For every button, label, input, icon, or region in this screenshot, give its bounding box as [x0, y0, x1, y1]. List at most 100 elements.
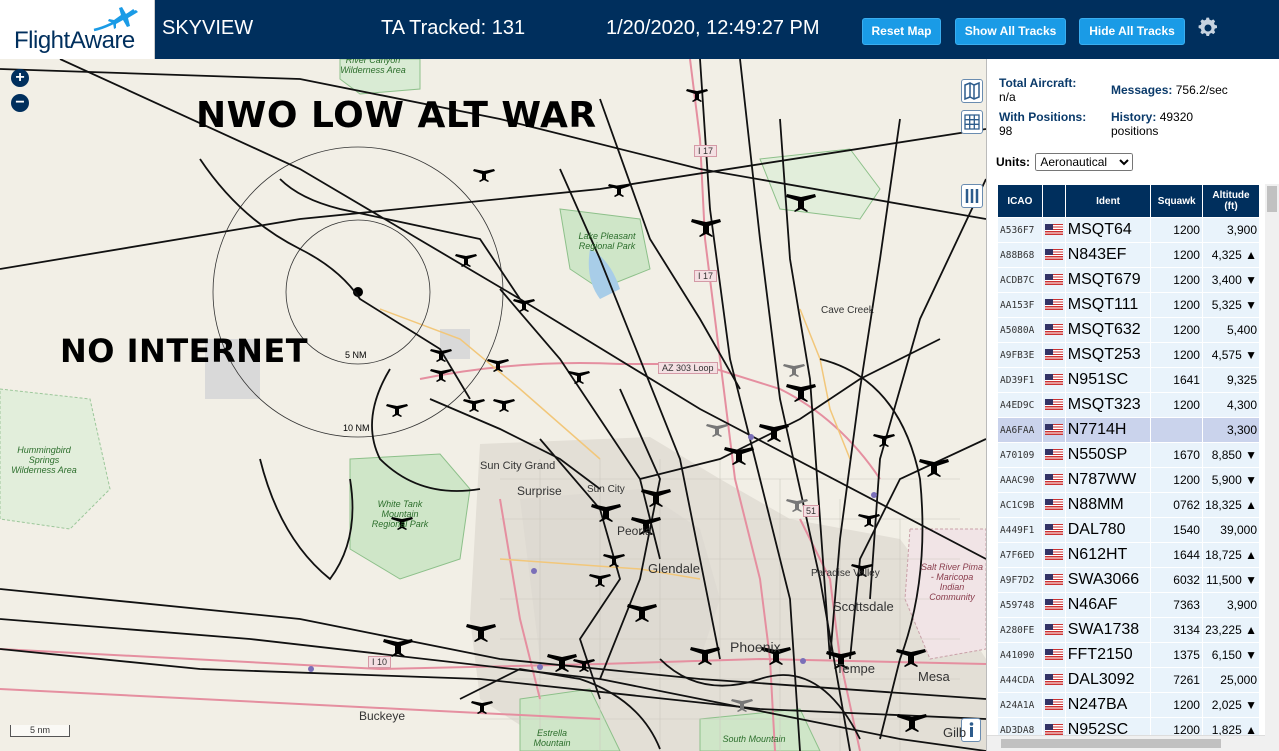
table-row[interactable]: A5080A MSQT632 1200 5,400 [998, 318, 1259, 342]
us-flag-icon [1044, 599, 1063, 611]
row-icao: ACDB7C [998, 268, 1042, 292]
row-altitude: 2,025 ▼ [1202, 693, 1259, 717]
row-squawk: 1200 [1151, 343, 1202, 367]
units-label: Units: [996, 155, 1030, 169]
row-ident: MSQT632 [1065, 318, 1151, 342]
row-ident: N88MM [1065, 493, 1151, 517]
row-icao: A9F7D2 [998, 568, 1042, 592]
table-row[interactable]: A44CDA DAL3092 7261 25,000 [998, 668, 1259, 692]
row-altitude: 5,325 ▼ [1202, 293, 1259, 317]
row-squawk: 1200 [1151, 293, 1202, 317]
table-scrollbar[interactable] [1265, 184, 1279, 751]
table-row[interactable]: AC1C9B N88MM 0762 18,325 ▲ [998, 493, 1259, 517]
place-scottsdale: Scottsdale [833, 599, 894, 614]
row-ident: MSQT253 [1065, 343, 1151, 367]
col-ident[interactable]: Ident [1065, 185, 1151, 217]
row-squawk: 1200 [1151, 693, 1202, 717]
row-altitude: 18,325 ▲ [1202, 493, 1259, 517]
row-altitude: 23,225 ▲ [1202, 618, 1259, 642]
table-row[interactable]: ACDB7C MSQT679 1200 3,400 ▼ [998, 268, 1259, 292]
row-ident: SWA1738 [1065, 618, 1151, 642]
map-scale-bar: 5 nm [10, 725, 70, 737]
table-row[interactable]: A88B68 N843EF 1200 4,325 ▲ [998, 243, 1259, 267]
row-ident: DAL780 [1065, 518, 1151, 542]
table-row[interactable]: AA6FAA N7714H 3,300 [998, 418, 1259, 442]
row-ident: N247BA [1065, 693, 1151, 717]
row-icao: A88B68 [998, 243, 1042, 267]
row-flag [1042, 543, 1065, 567]
table-row[interactable]: A4ED9C MSQT323 1200 4,300 [998, 393, 1259, 417]
row-icao: A44CDA [998, 668, 1042, 692]
col-icao[interactable]: ICAO [998, 185, 1042, 217]
table-row[interactable]: A9FB3E MSQT253 1200 4,575 ▼ [998, 343, 1259, 367]
table-row[interactable]: AA153F MSQT111 1200 5,325 ▼ [998, 293, 1259, 317]
table-row[interactable]: A280FE SWA1738 3134 23,225 ▲ [998, 618, 1259, 642]
place-sun-city-grand: Sun City Grand [480, 460, 556, 472]
place-mesa: Mesa [918, 669, 950, 684]
row-ident: MSQT323 [1065, 393, 1151, 417]
table-row[interactable]: A70109 N550SP 1670 8,850 ▼ [998, 443, 1259, 467]
grid-toggle-button[interactable] [961, 110, 983, 134]
row-ident: N46AF [1065, 593, 1151, 617]
row-flag [1042, 293, 1065, 317]
row-altitude: 39,000 [1202, 518, 1259, 542]
with-positions-stat: With Positions: 98 [999, 110, 1086, 138]
table-row[interactable]: A24A1A N247BA 1200 2,025 ▼ [998, 693, 1259, 717]
table-row[interactable]: A41090 FFT2150 1375 6,150 ▼ [998, 643, 1259, 667]
us-flag-icon [1044, 449, 1063, 461]
messages-value: 756.2/sec [1175, 83, 1228, 97]
row-icao: A59748 [998, 593, 1042, 617]
with-positions-value: 98 [999, 124, 1013, 138]
row-altitude: 4,300 [1202, 393, 1259, 417]
table-h-scrollbar-thumb[interactable] [1001, 739, 1221, 748]
place-buckeye: Buckeye [359, 709, 406, 723]
table-row[interactable]: A449F1 DAL780 1540 39,000 [998, 518, 1259, 542]
tracked-count: TA Tracked: 131 [381, 17, 526, 39]
table-row[interactable]: A9F7D2 SWA3066 6032 11,500 ▼ [998, 568, 1259, 592]
us-flag-icon [1044, 424, 1063, 436]
table-row[interactable]: A7F6ED N612HT 1644 18,725 ▲ [998, 543, 1259, 567]
reset-map-button[interactable]: Reset Map [862, 18, 941, 45]
table-scrollbar-thumb[interactable] [1267, 186, 1277, 212]
map-canvas[interactable]: NWO LOW ALT WAR NO INTERNET + − 5 NM 10 … [0, 59, 986, 751]
row-squawk: 6032 [1151, 568, 1202, 592]
row-icao: A70109 [998, 443, 1042, 467]
us-flag-icon [1044, 249, 1063, 261]
highway-loop-303: AZ 303 Loop [658, 362, 718, 374]
row-altitude: 25,000 [1202, 668, 1259, 692]
map-layer-button[interactable] [961, 79, 983, 103]
row-altitude: 4,325 ▲ [1202, 243, 1259, 267]
us-flag-icon [1044, 524, 1063, 536]
show-all-tracks-button[interactable]: Show All Tracks [955, 18, 1066, 45]
gear-icon[interactable] [1196, 16, 1220, 40]
row-altitude: 3,900 [1202, 218, 1259, 242]
row-altitude: 3,300 [1202, 418, 1259, 442]
row-ident: MSQT64 [1065, 218, 1151, 242]
row-flag [1042, 418, 1065, 442]
row-icao: AA6FAA [998, 418, 1042, 442]
us-flag-icon [1044, 374, 1063, 386]
table-row[interactable]: A536F7 MSQT64 1200 3,900 [998, 218, 1259, 242]
row-flag [1042, 518, 1065, 542]
row-squawk [1151, 418, 1202, 442]
table-row[interactable]: AAAC90 N787WW 1200 5,900 ▼ [998, 468, 1259, 492]
table-row[interactable]: AD39F1 N951SC 1641 9,325 [998, 368, 1259, 392]
col-altitude[interactable]: Altitude (ft) [1202, 185, 1259, 217]
zoom-in-button[interactable]: + [11, 69, 29, 87]
zoom-out-button[interactable]: − [11, 94, 29, 112]
us-flag-icon [1044, 699, 1063, 711]
table-row[interactable]: A59748 N46AF 7363 3,900 [998, 593, 1259, 617]
units-select[interactable]: Aeronautical [1035, 153, 1134, 171]
column-toggle-button[interactable] [961, 184, 983, 208]
flightaware-logo[interactable]: FlightAware [0, 0, 155, 59]
row-squawk: 1200 [1151, 318, 1202, 342]
logo-wordmark: FlightAware [14, 27, 135, 54]
row-icao: A4ED9C [998, 393, 1042, 417]
row-flag [1042, 368, 1065, 392]
hide-all-tracks-button[interactable]: Hide All Tracks [1079, 18, 1185, 45]
row-icao: A449F1 [998, 518, 1042, 542]
row-flag [1042, 343, 1065, 367]
col-squawk[interactable]: Squawk [1151, 185, 1202, 217]
col-flag[interactable] [1042, 185, 1065, 217]
row-icao: AD39F1 [998, 368, 1042, 392]
